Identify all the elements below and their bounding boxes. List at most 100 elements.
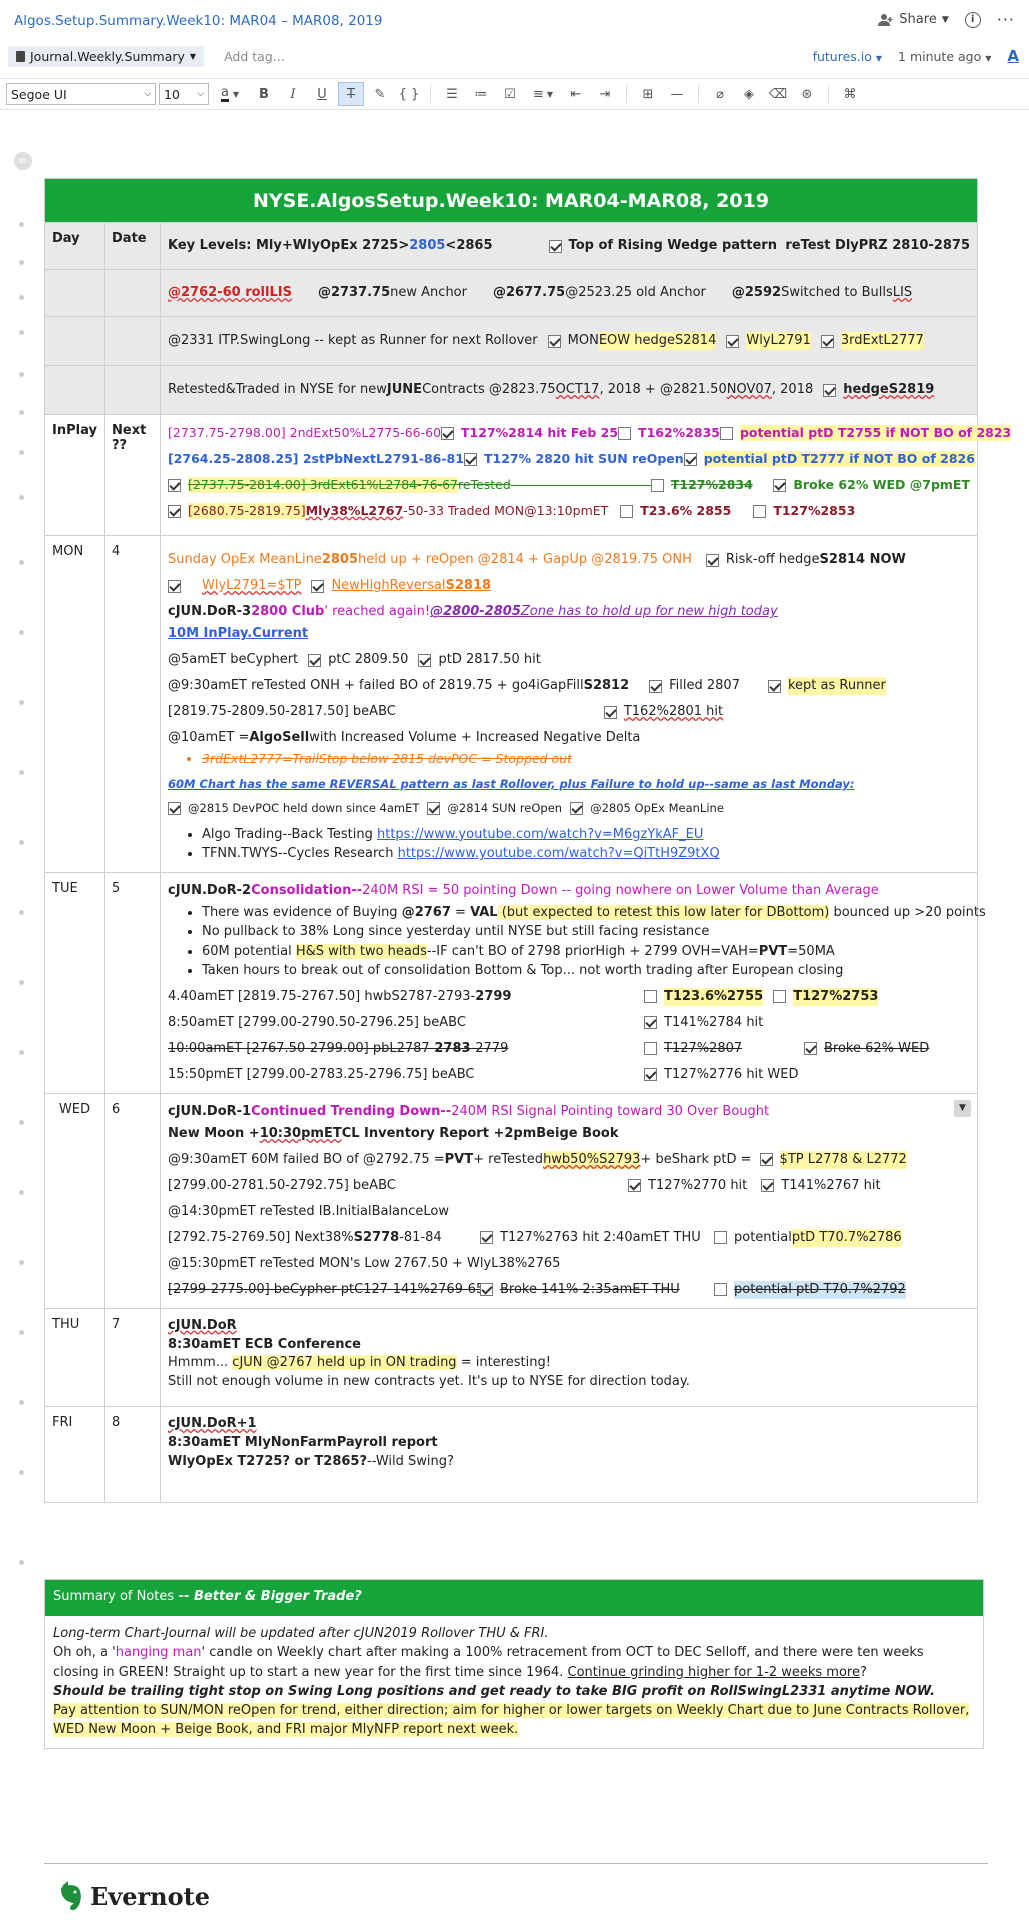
share-button[interactable]: Share ▼ xyxy=(878,12,949,27)
align-icon[interactable]: ≡ ▼ xyxy=(526,82,560,106)
date-wed: 6 xyxy=(104,1092,161,1309)
italic-icon[interactable]: I xyxy=(280,82,306,106)
table-icon[interactable]: ⊞ xyxy=(635,82,661,106)
day-fri: FRI xyxy=(44,1406,105,1504)
shortcut-icon[interactable]: ⌘ xyxy=(837,82,863,106)
block-handles: ≡ xyxy=(14,150,32,1570)
checkbox[interactable] xyxy=(804,1042,817,1056)
clear-format-icon[interactable]: ⌫ xyxy=(765,82,791,106)
title-bar: Algos.Setup.Summary.Week10: MAR04 – MAR0… xyxy=(0,0,1029,42)
checkbox[interactable] xyxy=(650,478,664,492)
checklist-icon[interactable]: ☑ xyxy=(497,82,523,106)
checkbox[interactable] xyxy=(649,679,663,693)
checkbox[interactable] xyxy=(759,1153,773,1167)
checkbox[interactable] xyxy=(603,705,617,719)
checkbox[interactable] xyxy=(644,1042,657,1056)
checkbox[interactable] xyxy=(773,990,787,1004)
chevron-down-icon: ▼ xyxy=(189,51,197,61)
checkbox[interactable] xyxy=(311,579,325,593)
checkbox[interactable] xyxy=(644,1016,657,1030)
inplay-label: InPlay xyxy=(44,414,105,536)
checkbox[interactable] xyxy=(308,653,322,667)
checkbox[interactable] xyxy=(480,1231,493,1245)
day-wed: WED xyxy=(44,1092,105,1309)
day-thu: THU xyxy=(44,1307,105,1408)
bold-icon[interactable]: B xyxy=(251,82,277,106)
checkbox[interactable] xyxy=(570,802,584,816)
text-color-icon[interactable]: a ▼ xyxy=(212,82,248,106)
code-icon[interactable]: { } xyxy=(396,82,422,106)
saved-status[interactable]: 1 minute ago ▼ xyxy=(898,49,991,64)
checkbox[interactable] xyxy=(480,1283,493,1297)
note-title[interactable]: Algos.Setup.Summary.Week10: MAR04 – MAR0… xyxy=(14,13,383,29)
checkbox[interactable] xyxy=(168,802,181,816)
checkbox[interactable] xyxy=(719,426,733,440)
youtube-link[interactable]: https://www.youtube.com/watch?v=M6gzYkAF… xyxy=(377,827,703,842)
col-date: Date xyxy=(104,222,161,270)
numbered-list-icon[interactable]: ≔ xyxy=(468,82,494,106)
checkbox[interactable] xyxy=(168,504,181,518)
date-thu: 7 xyxy=(104,1307,161,1408)
font-family-select[interactable]: Segoe UI ⌵ xyxy=(6,83,156,105)
notebook-selector[interactable]: Journal.Weekly.Summary ▼ xyxy=(8,45,205,67)
formatting-toolbar: Segoe UI ⌵ 10 ⌵ a ▼ B I U T ✎ { } ☰ ≔ ☑ ≡ ▼ … xyxy=(0,78,1029,110)
horizontal-rule-icon[interactable]: — xyxy=(664,82,690,106)
block-menu-icon[interactable]: ≡ xyxy=(14,152,32,170)
note-info-bar: Journal.Weekly.Summary ▼ Add tag... futu… xyxy=(0,42,1029,70)
outdent-icon[interactable]: ⇤ xyxy=(563,82,589,106)
checkbox[interactable] xyxy=(168,478,181,492)
summary-box: Summary of Notes -- Better & Bigger Trad… xyxy=(44,1579,984,1749)
chevron-down-icon: ▼ xyxy=(941,14,949,25)
font-style-icon[interactable]: A xyxy=(1007,47,1019,65)
info-icon[interactable]: i xyxy=(964,11,981,28)
checkbox[interactable] xyxy=(427,802,441,816)
attachment-icon[interactable]: ⌀ xyxy=(707,82,733,106)
checkbox[interactable] xyxy=(823,383,837,397)
dropdown-toggle-icon[interactable]: ▼ xyxy=(954,1099,971,1117)
highlight-icon[interactable]: ✎ xyxy=(367,82,393,106)
indent-icon[interactable]: ⇥ xyxy=(592,82,618,106)
day-mon: MON xyxy=(44,535,105,873)
checkbox[interactable] xyxy=(726,334,740,348)
checkbox[interactable] xyxy=(418,653,432,667)
user-icon xyxy=(878,13,893,26)
more-options-icon[interactable]: ··· xyxy=(997,10,1015,29)
checkbox[interactable] xyxy=(705,553,719,567)
checkbox[interactable] xyxy=(714,1231,727,1245)
encrypt-icon[interactable]: ◈ xyxy=(736,82,762,106)
note-body[interactable]: NYSE.AlgosSetup.Week10: MAR04-MAR08, 201… xyxy=(44,178,1012,1749)
checkbox[interactable] xyxy=(620,504,634,518)
checkbox[interactable] xyxy=(168,579,181,593)
notebook-icon xyxy=(16,50,25,62)
present-icon[interactable]: ⊛ xyxy=(794,82,820,106)
bullet-list-icon[interactable]: ☰ xyxy=(439,82,465,106)
checkbox[interactable] xyxy=(441,426,455,440)
checkbox[interactable] xyxy=(761,1179,775,1193)
checkbox[interactable] xyxy=(644,1068,657,1082)
checkbox[interactable] xyxy=(644,990,657,1004)
checkbox[interactable] xyxy=(714,1283,727,1297)
checkbox[interactable] xyxy=(628,1179,641,1193)
youtube-link[interactable]: https://www.youtube.com/watch?v=QiTtH9Z9… xyxy=(398,846,720,861)
date-tue: 5 xyxy=(104,871,161,1094)
add-tag-input[interactable]: Add tag... xyxy=(224,49,285,64)
checkbox[interactable] xyxy=(683,452,697,466)
checkbox[interactable] xyxy=(618,426,632,440)
table-title: NYSE.AlgosSetup.Week10: MAR04-MAR08, 201… xyxy=(44,178,978,223)
summary-header: Summary of Notes -- Better & Bigger Trad… xyxy=(45,1580,983,1617)
checkbox[interactable] xyxy=(548,239,562,253)
font-size-select[interactable]: 10 ⌵ xyxy=(159,83,209,105)
evernote-elephant-icon xyxy=(61,1881,81,1911)
strikethrough-icon[interactable]: T xyxy=(338,82,364,106)
next-label: Next ?? xyxy=(104,414,161,536)
date-mon: 4 xyxy=(104,535,161,873)
checkbox[interactable] xyxy=(547,334,561,348)
checkbox[interactable] xyxy=(767,679,781,693)
underline-icon[interactable]: U xyxy=(309,82,335,106)
checkbox[interactable] xyxy=(773,478,787,492)
weekly-setup-table: NYSE.AlgosSetup.Week10: MAR04-MAR08, 201… xyxy=(44,178,1012,1504)
checkbox[interactable] xyxy=(463,452,477,466)
checkbox[interactable] xyxy=(753,504,767,518)
checkbox[interactable] xyxy=(820,334,834,348)
site-link[interactable]: futures.io ▼ xyxy=(813,49,882,64)
